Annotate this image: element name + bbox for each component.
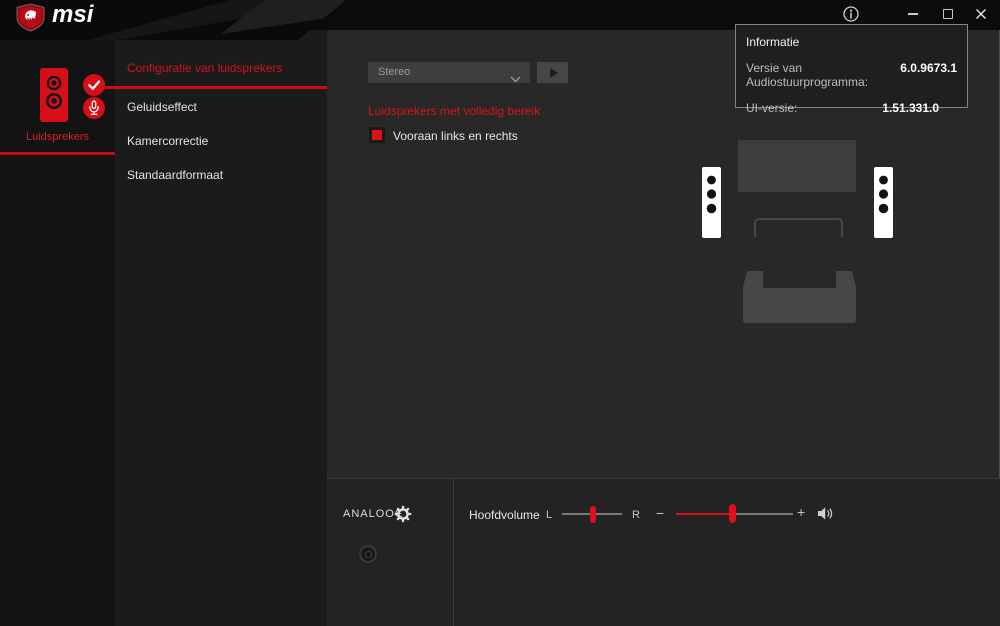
monitor-graphic: [738, 140, 856, 192]
audio-jack-icon[interactable]: [359, 545, 377, 563]
info-panel: Informatie Versie van Audiostuurprogramm…: [735, 24, 968, 108]
section-heading: Luidsprekers met volledig bereik: [368, 104, 540, 118]
speaker-device-icon[interactable]: [40, 68, 68, 127]
gear-icon[interactable]: [394, 505, 412, 528]
chevron-down-icon: [510, 70, 521, 91]
chair-graphic: [743, 271, 856, 323]
ui-version-row: UI-versie: 1.51.331.0: [746, 101, 957, 115]
menu-item-geluidseffect[interactable]: Geluidseffect: [127, 100, 197, 114]
menu-item-configuratie[interactable]: Configuratie van luidsprekers: [127, 61, 282, 75]
front-left-right-checkbox[interactable]: [369, 127, 385, 143]
volume-increase-button[interactable]: +: [797, 504, 805, 520]
ui-version-value: 1.51.331.0: [882, 101, 939, 115]
balance-left-label: L: [546, 509, 552, 521]
minimize-icon[interactable]: [901, 2, 925, 26]
bottom-bar: [327, 478, 1000, 626]
ui-version-label: UI-versie:: [746, 101, 797, 115]
play-icon: [550, 68, 558, 78]
info-panel-title: Informatie: [746, 35, 957, 49]
balance-slider-handle[interactable]: [590, 506, 596, 523]
msi-wordmark: msi: [52, 1, 93, 29]
speaker-config-dropdown[interactable]: Stereo: [368, 62, 530, 83]
balance-right-label: R: [632, 509, 640, 521]
msi-shield-logo-icon: [13, 3, 48, 32]
menu-item-kamercorrectie[interactable]: Kamercorrectie: [127, 134, 208, 148]
menu-sidebar: Configuratie van luidsprekers Geluidseff…: [115, 30, 327, 626]
volume-slider-handle[interactable]: [729, 504, 736, 523]
device-sidebar: Luidsprekers: [0, 30, 115, 626]
play-test-button[interactable]: [537, 62, 568, 83]
driver-version-row: Versie van Audiostuurprogramma:6.0.9673.…: [746, 61, 957, 89]
desk-outline: [755, 219, 842, 237]
left-tower-speaker: [702, 167, 721, 238]
menu-active-underline: [105, 86, 327, 89]
driver-version-value: 6.0.9673.1: [900, 61, 957, 75]
app-window: msi: [0, 0, 1000, 626]
driver-version-label: Versie van Audiostuurprogramma:: [746, 61, 900, 89]
volume-decrease-button[interactable]: −: [656, 505, 664, 521]
check-badge-icon[interactable]: [83, 74, 105, 96]
room-illustration: [660, 130, 940, 345]
device-active-underline: [0, 152, 115, 155]
close-icon[interactable]: [969, 2, 993, 26]
dropdown-value: Stereo: [378, 66, 410, 78]
bottom-bar-divider: [453, 478, 454, 626]
master-volume-label: Hoofdvolume: [469, 508, 540, 522]
device-label[interactable]: Luidsprekers: [0, 131, 115, 143]
checkbox-checked-fill: [372, 130, 382, 140]
mic-badge-icon[interactable]: [83, 97, 105, 119]
volume-icon[interactable]: [817, 506, 834, 526]
info-icon[interactable]: [839, 2, 863, 26]
checkbox-label: Vooraan links en rechts: [393, 129, 518, 143]
volume-slider-fill: [676, 513, 731, 515]
maximize-icon[interactable]: [936, 2, 960, 26]
right-tower-speaker: [874, 167, 893, 238]
menu-item-standaardformaat[interactable]: Standaardformaat: [127, 168, 223, 182]
